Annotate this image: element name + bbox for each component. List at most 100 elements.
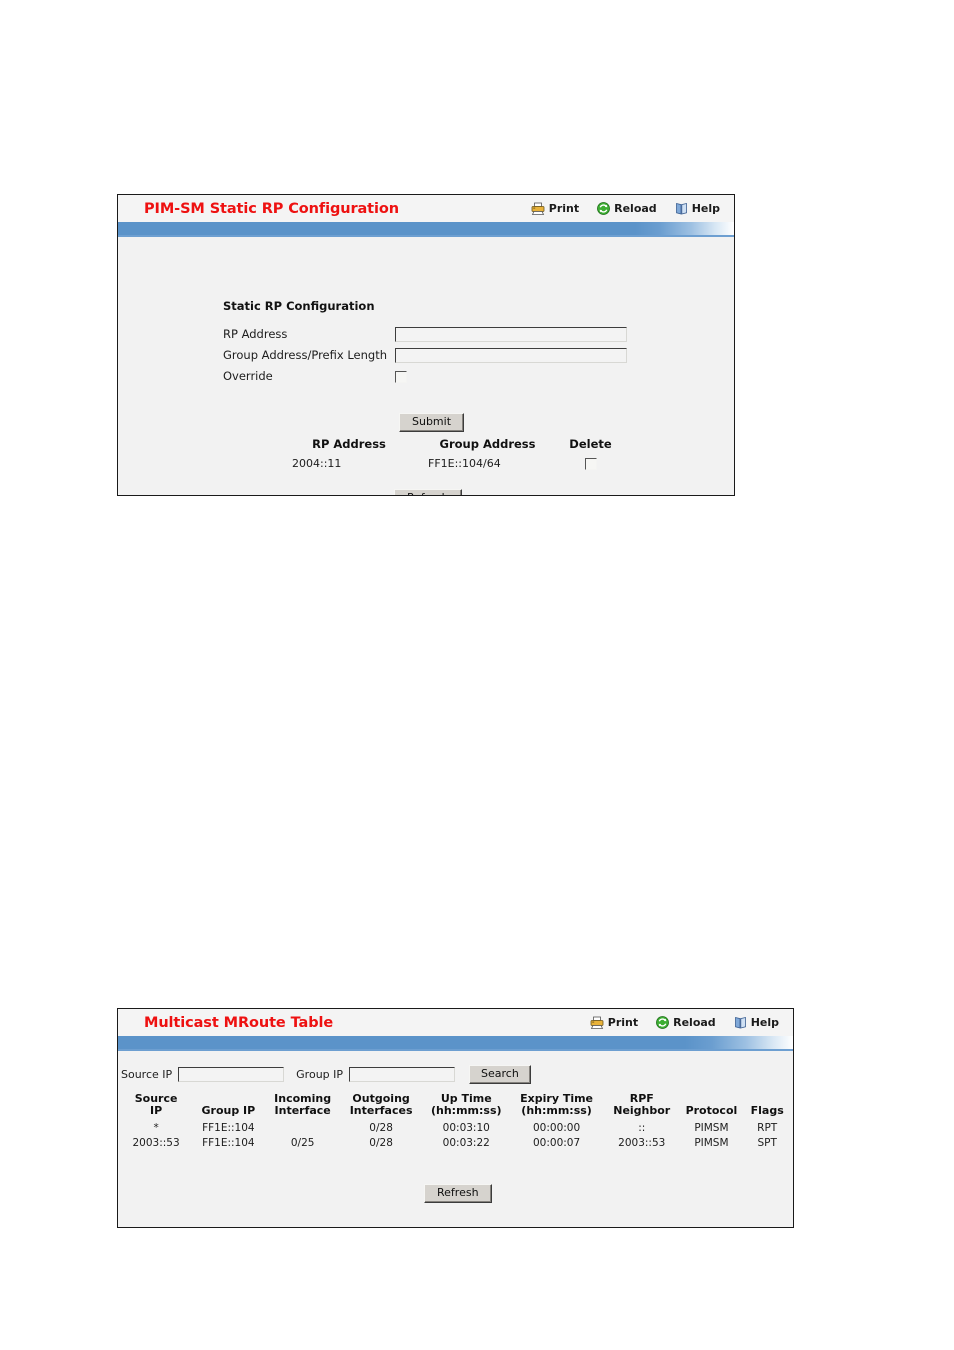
cell-flags: RPT [757, 1122, 778, 1134]
cell-group-ip: FF1E::104 [202, 1122, 255, 1134]
hdr-line-1: Group IP [201, 1104, 256, 1117]
cell-delete [563, 457, 618, 470]
override-label: Override [223, 369, 273, 383]
group-ip-label: Group IP [296, 1068, 344, 1081]
print-button[interactable]: Print [531, 202, 579, 215]
header-divider-bar-mroute [118, 1036, 793, 1051]
section-title: Static RP Configuration [223, 299, 375, 313]
cell-outgoing-interfaces: 0/28 [369, 1137, 393, 1149]
table-header-row: RP Address Group Address Delete [286, 437, 618, 457]
print-button-mroute[interactable]: Print [590, 1016, 638, 1029]
rp-address-row: RP Address [223, 327, 627, 342]
cell-group-ip: FF1E::104 [202, 1137, 255, 1149]
reload-icon [656, 1016, 670, 1029]
print-label: Print [548, 202, 580, 215]
override-checkbox[interactable] [395, 370, 407, 383]
panel-header-mroute: Multicast MRoute Table Print Reload Help [118, 1009, 793, 1036]
cell-flags: SPT [757, 1137, 777, 1149]
cell-rp-address: 2004::11 [292, 457, 342, 470]
pim-sm-static-rp-panel: PIM-SM Static RP Configuration Print Rel… [117, 194, 735, 496]
column-header-group-ip: Group IP [191, 1093, 265, 1121]
panel-body-mroute: Source IP Group IP Search Source IP Grou… [118, 1051, 793, 1227]
toolbar-mroute: Print Reload Help [590, 1016, 783, 1029]
reload-label: Reload [673, 1016, 716, 1029]
cell-up-time: 00:03:10 [442, 1122, 490, 1134]
hdr-line-2: (hh:mm:ss) [430, 1104, 502, 1117]
cell-outgoing-interfaces: 0/28 [369, 1122, 393, 1134]
group-ip-input[interactable] [349, 1067, 456, 1082]
hdr-line-2: IP [150, 1104, 163, 1117]
panel-header-rp: PIM-SM Static RP Configuration Print Rel… [118, 195, 734, 222]
footer-divider-bar-mroute [118, 1227, 793, 1228]
column-header-outgoing-interfaces: Outgoing Interfaces [340, 1093, 423, 1121]
refresh-button-mroute[interactable]: Refresh [424, 1184, 492, 1203]
source-ip-label: Source IP [121, 1068, 173, 1081]
cell-up-time: 00:03:22 [442, 1137, 490, 1149]
printer-icon [590, 1016, 604, 1029]
cell-group-address: FF1E::104/64 [428, 457, 501, 470]
cell-expiry-time: 00:00:00 [532, 1122, 581, 1134]
hdr-line-2: (hh:mm:ss) [521, 1104, 592, 1117]
group-address-prefix-label: Group Address/Prefix Length [223, 348, 387, 362]
cell-rpf-neighbor: 2003::53 [618, 1137, 666, 1149]
printer-icon [531, 202, 545, 215]
table-row: * FF1E::104 0/28 00:03:10 00:00:00 :: PI… [121, 1121, 792, 1136]
cell-expiry-time: 00:00:07 [532, 1137, 581, 1149]
hdr-line-2: Neighbor [613, 1104, 671, 1117]
source-ip-input[interactable] [178, 1067, 285, 1082]
help-book-icon [675, 202, 688, 215]
panel-body-rp: Static RP Configuration RP Address Group… [118, 237, 734, 495]
table-header-row: Source IP Group IP Incoming Interface Ou… [121, 1093, 792, 1121]
cell-source-ip: 2003::53 [132, 1137, 180, 1149]
page-title-mroute: Multicast MRoute Table [144, 1014, 334, 1031]
help-button[interactable]: Help [675, 202, 720, 215]
hdr-line-2: Interfaces [349, 1104, 413, 1117]
column-header-group-address: Group Address [439, 437, 536, 451]
column-header-up-time: Up Time (hh:mm:ss) [422, 1093, 510, 1121]
override-row: Override [223, 369, 407, 383]
group-address-prefix-input[interactable] [395, 348, 627, 363]
cell-incoming-interface: 0/25 [290, 1137, 315, 1149]
multicast-mroute-table-panel: Multicast MRoute Table Print Reload Help… [117, 1008, 794, 1228]
hdr-line-2: Interface [274, 1104, 331, 1117]
search-row: Source IP Group IP Search [121, 1065, 531, 1084]
column-header-expiry-time: Expiry Time (hh:mm:ss) [510, 1093, 603, 1121]
hdr-line-1: Flags [750, 1104, 784, 1117]
footer-divider-bar-rp [118, 495, 734, 496]
static-rp-entries-table: RP Address Group Address Delete 2004::11… [286, 437, 618, 470]
help-label: Help [750, 1016, 779, 1029]
rp-address-input[interactable] [395, 327, 627, 342]
submit-button[interactable]: Submit [399, 413, 465, 432]
table-row: 2004::11 FF1E::104/64 [286, 457, 618, 470]
toolbar-rp: Print Reload Help [531, 202, 724, 215]
cell-rpf-neighbor: :: [638, 1122, 646, 1134]
group-address-prefix-row: Group Address/Prefix Length [223, 348, 627, 363]
column-header-source-ip: Source IP [121, 1093, 191, 1121]
hdr-line-1: Protocol [685, 1104, 738, 1117]
cell-incoming-interface [266, 1121, 340, 1136]
table-row: 2003::53 FF1E::104 0/25 0/28 00:03:22 00… [121, 1136, 792, 1151]
mroute-table: Source IP Group IP Incoming Interface Ou… [121, 1093, 792, 1151]
cell-protocol: PIMSM [694, 1137, 729, 1149]
reload-button-mroute[interactable]: Reload [656, 1016, 716, 1029]
column-header-delete: Delete [569, 437, 612, 451]
delete-checkbox[interactable] [584, 458, 597, 470]
help-button-mroute[interactable]: Help [734, 1016, 779, 1029]
column-header-flags: Flags [742, 1093, 792, 1121]
reload-button[interactable]: Reload [597, 202, 657, 215]
header-divider-bar-rp [118, 222, 734, 237]
rp-address-label: RP Address [223, 327, 288, 341]
help-label: Help [691, 202, 720, 215]
reload-label: Reload [614, 202, 657, 215]
column-header-rpf-neighbor: RPF Neighbor [603, 1093, 680, 1121]
column-header-incoming-interface: Incoming Interface [266, 1093, 340, 1121]
print-label: Print [607, 1016, 639, 1029]
cell-protocol: PIMSM [694, 1122, 729, 1134]
cell-source-ip: * [153, 1122, 159, 1134]
page-title: PIM-SM Static RP Configuration [144, 200, 399, 217]
column-header-rp-address: RP Address [312, 437, 386, 451]
search-button[interactable]: Search [469, 1065, 531, 1084]
help-book-icon [734, 1016, 747, 1029]
column-header-protocol: Protocol [680, 1093, 742, 1121]
reload-icon [597, 202, 611, 215]
